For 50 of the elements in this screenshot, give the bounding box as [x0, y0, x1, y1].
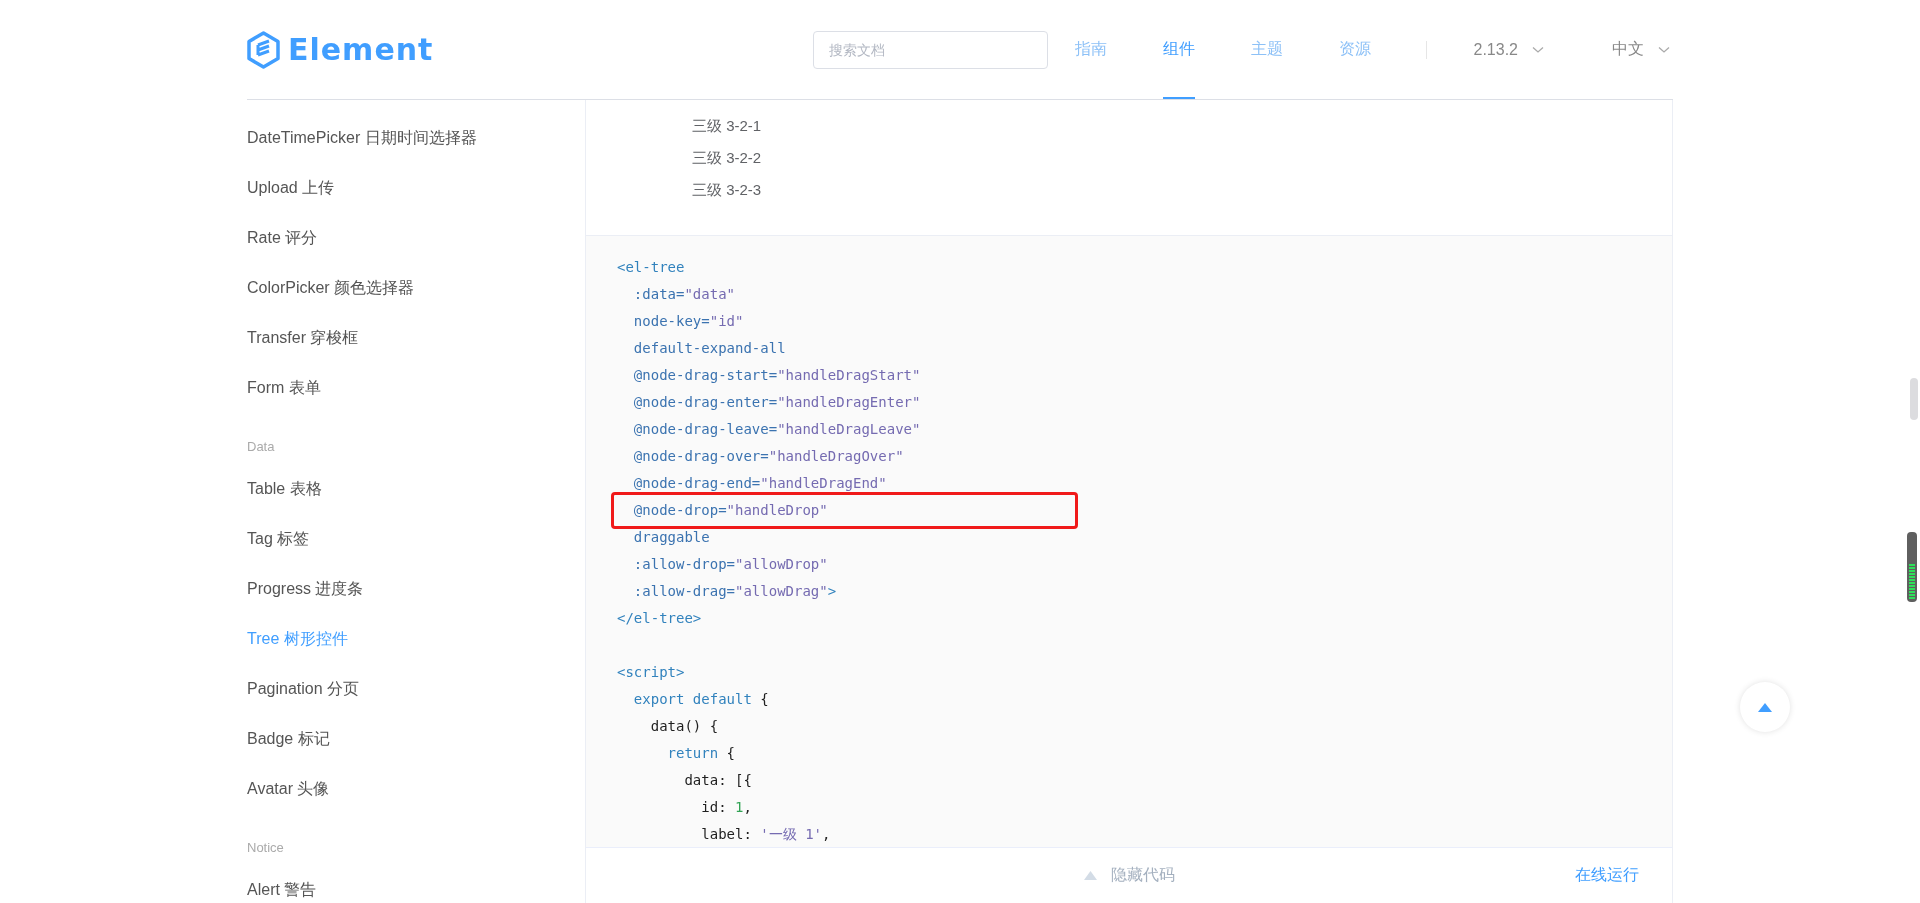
code-line: </el-tree> [617, 609, 702, 628]
code-line: node-key="id" [632, 312, 744, 331]
caret-icon [1532, 45, 1544, 54]
sidebar-item[interactable]: Badge 标记 [247, 714, 585, 764]
scrollbar-thumb[interactable] [1910, 378, 1918, 420]
tree-node[interactable]: 三级 3-2-3 [692, 174, 1672, 206]
sidebar-item[interactable]: Transfer 穿梭框 [247, 313, 585, 363]
code-line: return { [666, 744, 735, 763]
sidebar-item[interactable]: ColorPicker 颜色选择器 [247, 263, 585, 313]
sidebar-item[interactable]: Avatar 头像 [247, 764, 585, 814]
sidebar-item[interactable]: DateTimePicker 日期时间选择器 [247, 113, 585, 163]
triangle-up-icon [1758, 702, 1772, 712]
tree-node[interactable]: 三级 3-2-1 [692, 110, 1672, 142]
sidebar-item[interactable]: Progress 进度条 [247, 564, 585, 614]
sidebar-item[interactable]: Rate 评分 [247, 213, 585, 263]
code-line: draggable [632, 528, 710, 547]
sidebar-item[interactable]: Form 表单 [247, 363, 585, 413]
code-line: @node-drag-over="handleDragOver" [632, 447, 904, 466]
code-line: @node-drag-leave="handleDragLeave" [632, 420, 921, 439]
sidebar-item[interactable]: Table 表格 [247, 464, 585, 514]
code-line: @node-drag-start="handleDragStart" [632, 366, 921, 385]
code-line: export default { [632, 690, 769, 709]
sidebar-item[interactable]: Pagination 分页 [247, 664, 585, 714]
sidebar-item[interactable]: Upload 上传 [247, 163, 585, 213]
back-to-top-button[interactable] [1740, 682, 1790, 732]
caret-icon [1658, 45, 1670, 54]
code-line: :data="data" [632, 285, 735, 304]
logo-icon [247, 30, 280, 69]
code-line: default-expand-all [632, 339, 786, 358]
language-dropdown[interactable]: 中文 [1612, 39, 1670, 60]
sidebar-item[interactable]: Alert 警告 [247, 865, 585, 903]
code-line: data: [{ [683, 771, 752, 790]
code-line: <script> [617, 663, 685, 682]
code-line: @node-drop="handleDrop" [617, 497, 828, 524]
code-line: :allow-drop="allowDrop" [632, 555, 828, 574]
sidebar-item[interactable]: Tag 标签 [247, 514, 585, 564]
code-line: @node-drag-enter="handleDragEnter" [632, 393, 921, 412]
tree-node[interactable]: 三级 3-2-2 [692, 142, 1672, 174]
sidebar-group-label: Notice [247, 839, 285, 857]
level-meter-icon [1907, 532, 1917, 602]
code-line: :allow-drag="allowDrag"> [632, 582, 837, 601]
code-line: id: 1, [700, 798, 752, 817]
triangle-up-icon [1083, 871, 1097, 880]
sidebar-group-label: Data [247, 438, 276, 456]
code-line: @node-drag-end="handleDragEnd" [632, 474, 887, 493]
code-line: data() { [649, 717, 719, 736]
code-line: label: '一级 1', [700, 825, 831, 844]
version-dropdown[interactable]: 2.13.2 [1473, 40, 1544, 59]
code-line: <el-tree [617, 258, 685, 277]
search-field[interactable]: 搜索文档 [812, 30, 1048, 69]
